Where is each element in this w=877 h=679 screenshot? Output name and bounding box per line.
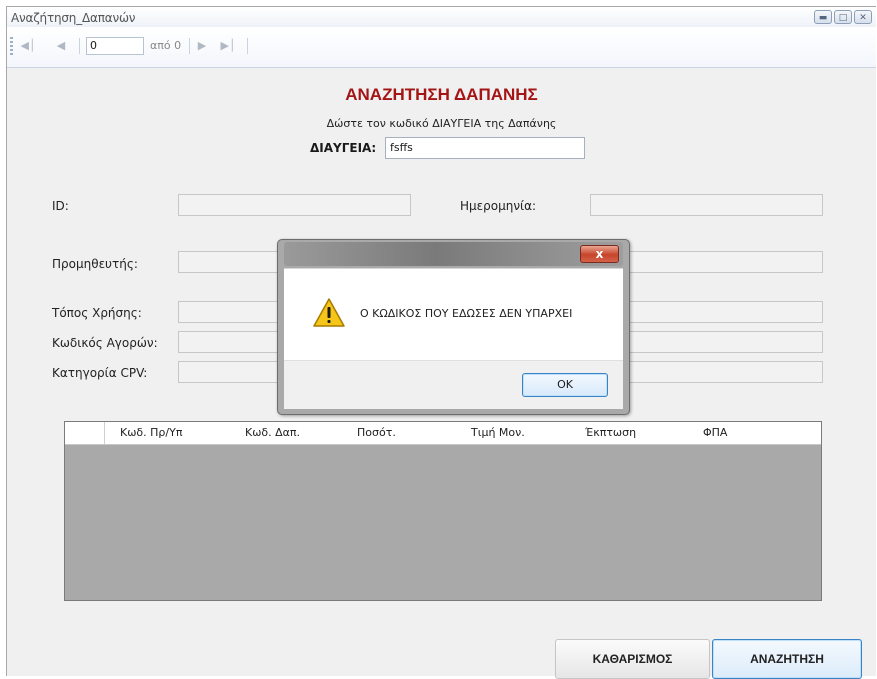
dialog-footer: OK <box>284 360 623 409</box>
id-field[interactable] <box>178 194 411 216</box>
move-last-icon[interactable]: ▶│ <box>219 37 237 55</box>
close-icon[interactable]: ✕ <box>854 10 872 24</box>
id-label: ID: <box>52 199 69 213</box>
separator <box>247 38 248 54</box>
supplier-label: Προμηθευτής: <box>52 257 138 271</box>
diaugeia-input[interactable]: fsffs <box>385 137 585 159</box>
toolbar-grip <box>10 37 13 55</box>
form-title: ΑΝΑΖΗΤΗΣΗ ΔΑΠΑΝΗΣ <box>345 85 538 104</box>
column-header[interactable]: Τιμή Μον. <box>471 426 525 439</box>
window-title: Αναζήτηση_Δαπανών <box>11 11 136 25</box>
warning-icon <box>313 298 345 327</box>
dialog-message: Ο ΚΩΔΙΚΟΣ ΠΟΥ ΕΔΩΣΕΣ ΔΕΝ ΥΠΑΡΧΕΙ <box>360 307 573 320</box>
search-button[interactable]: ΑΝΑΖΗΤΗΣΗ <box>712 639 862 679</box>
move-next-icon[interactable]: ▶ <box>193 37 211 55</box>
column-header[interactable]: Έκπτωση <box>585 426 636 439</box>
dialog-body: Ο ΚΩΔΙΚΟΣ ΠΟΥ ΕΔΩΣΕΣ ΔΕΝ ΥΠΑΡΧΕΙ <box>284 268 623 361</box>
place-of-use-label: Τόπος Χρήσης: <box>52 306 142 320</box>
grid-header: Κωδ. Πρ/Υπ Κωδ. Δαπ. Ποσότ. Τιμή Μον. Έκ… <box>65 422 821 445</box>
move-first-icon[interactable]: ◀│ <box>19 37 37 55</box>
window-controls: ▬ □ ✕ <box>814 10 872 24</box>
column-header[interactable]: Ποσότ. <box>357 426 396 439</box>
maximize-icon[interactable]: □ <box>834 10 852 24</box>
diaugeia-label: ΔΙΑΥΓΕΙΑ: <box>310 141 377 155</box>
separator <box>189 38 190 54</box>
details-grid[interactable]: Κωδ. Πρ/Υπ Κωδ. Δαπ. Ποσότ. Τιμή Μον. Έκ… <box>64 421 822 601</box>
column-header[interactable]: ΦΠΑ <box>703 426 727 439</box>
grid-corner <box>65 422 105 444</box>
cpv-category-label: Κατηγορία CPV: <box>52 366 148 380</box>
ok-button[interactable]: OK <box>522 373 608 397</box>
minimize-icon[interactable]: ▬ <box>814 10 832 24</box>
column-header[interactable]: Κωδ. Πρ/Υπ <box>120 426 182 439</box>
title-bar: Αναζήτηση_Δαπανών ▬ □ ✕ <box>7 7 876 27</box>
message-dialog: x Ο ΚΩΔΙΚΟΣ ΠΟΥ ΕΔΩΣΕΣ ΔΕΝ ΥΠΑΡΧΕΙ OK <box>277 239 630 415</box>
date-label: Ημερομηνία: <box>460 199 537 213</box>
form-subtitle: Δώστε τον κωδικό ΔΙΑΥΓΕΙΑ της Δαπάνης <box>326 117 557 130</box>
position-input[interactable]: 0 <box>86 37 144 55</box>
separator <box>79 38 80 54</box>
move-previous-icon[interactable]: ◀ <box>52 37 70 55</box>
dialog-close-button[interactable]: x <box>580 245 619 263</box>
binding-navigator: ◀│ ◀ 0 από 0 ▶ ▶│ <box>7 27 876 68</box>
count-label: από 0 <box>150 39 182 52</box>
dialog-title-bar: x <box>284 242 623 266</box>
purchase-code-label: Κωδικός Αγορών: <box>52 336 158 350</box>
date-field[interactable] <box>590 194 823 216</box>
clear-button[interactable]: ΚΑΘΑΡΙΣΜΟΣ <box>555 639 710 679</box>
column-header[interactable]: Κωδ. Δαπ. <box>245 426 300 439</box>
